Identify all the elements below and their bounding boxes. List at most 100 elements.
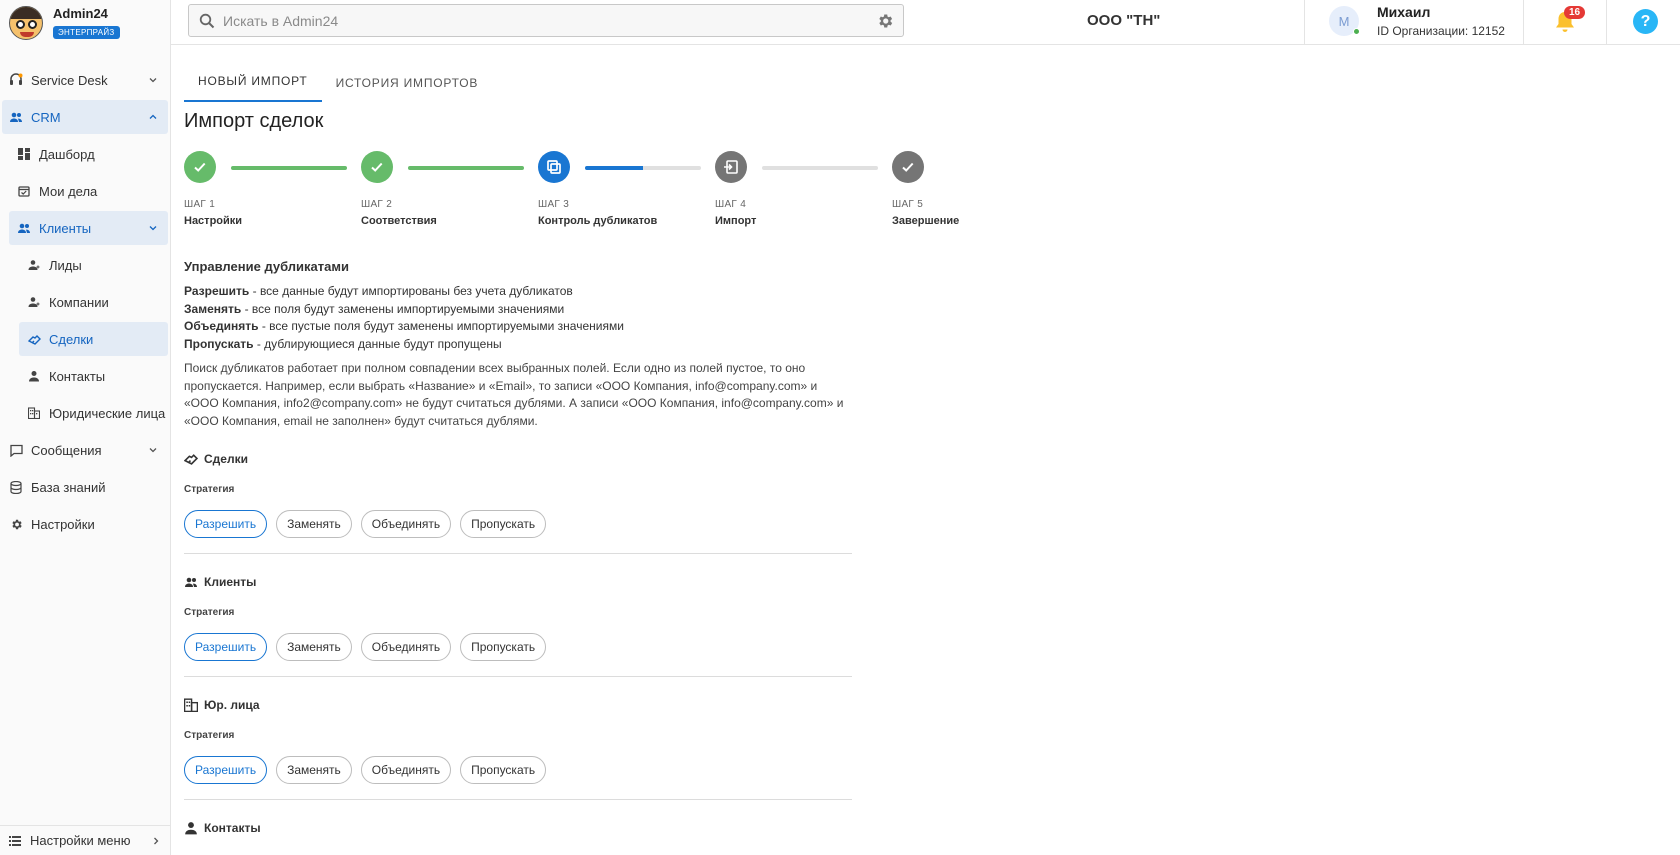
help-button[interactable]: ? — [1633, 9, 1658, 34]
users-icon — [9, 110, 23, 124]
logo[interactable]: Admin24 ЭНТЕРПРАЙЗ — [0, 0, 170, 45]
headset-icon — [9, 73, 23, 87]
import-icon — [724, 160, 738, 174]
strategy-option-chip[interactable]: Пропускать — [460, 756, 547, 784]
sidebar-item-settings[interactable]: Настройки — [2, 507, 168, 541]
sidebar-item-label: Настройки — [31, 516, 95, 532]
rule-term: Заменять — [184, 301, 242, 316]
strategy-option-chip[interactable]: Заменять — [276, 633, 352, 661]
sidebar-item-label: База знаний — [31, 479, 106, 495]
users-icon — [184, 575, 198, 589]
strategy-group-label: Клиенты — [204, 575, 257, 589]
step-3-indicator — [538, 151, 570, 183]
check-icon — [371, 162, 383, 172]
sidebar-item-crm[interactable]: CRM — [2, 100, 168, 134]
strategy-option-chip[interactable]: Пропускать — [460, 510, 547, 538]
step-1-indicator — [184, 151, 216, 183]
chevron-down-icon — [149, 78, 157, 83]
chevron-down-icon — [149, 448, 157, 453]
app-root: Admin24 ЭНТЕРПРАЙЗ Service Desk CRM Дашб… — [0, 0, 1680, 855]
sidebar-item-label: Лиды — [49, 257, 82, 273]
strategy-option-chip[interactable]: Заменять — [276, 510, 352, 538]
strategy-option-chip[interactable]: Разрешить — [184, 756, 268, 784]
strategy-label: Стратегия — [184, 607, 235, 618]
strategy-group-label: Контакты — [204, 821, 261, 835]
rule-text: - все данные будут импортированы без уче… — [249, 284, 573, 298]
sidebar-item-label: Клиенты — [39, 220, 92, 236]
person-add-icon — [27, 295, 41, 309]
sidebar-item-label: Сделки — [49, 331, 94, 347]
step-number: ШАГ 3 — [538, 199, 570, 210]
users-icon — [17, 221, 31, 235]
step-number: ШАГ 2 — [361, 199, 393, 210]
search-settings-gear-icon[interactable] — [876, 12, 894, 30]
strategy-option-chip[interactable]: Пропускать — [460, 633, 547, 661]
step-5-label: ШАГ 5 Завершение — [892, 199, 959, 227]
step-number: ШАГ 5 — [892, 199, 924, 210]
check-icon — [194, 162, 206, 172]
step-name: Соответствия — [361, 215, 437, 227]
rule-term: Объединять — [184, 319, 259, 333]
rule-text: - дублирующиеся данные будут пропущены — [253, 336, 502, 351]
sidebar-item-knowledge-base[interactable]: База знаний — [2, 470, 168, 504]
sidebar-item-deals[interactable]: Сделки — [19, 322, 168, 356]
chevron-down-icon — [149, 226, 157, 231]
duplicates-rules: Разрешить - все данные будут импортирова… — [184, 283, 864, 353]
sidebar-item-service-desk[interactable]: Service Desk — [2, 63, 168, 97]
database-icon — [9, 480, 23, 494]
strategy-group-title: Контакты — [184, 819, 852, 837]
organization-name[interactable]: ООО "ТН" — [1087, 12, 1160, 29]
sidebar-item-leads[interactable]: Лиды — [19, 248, 168, 282]
step-1-label: ШАГ 1 Настройки — [184, 199, 242, 227]
search-box[interactable] — [188, 4, 904, 37]
strategy-option-chip[interactable]: Объединять — [360, 510, 452, 538]
sidebar-item-contacts[interactable]: Контакты — [19, 359, 168, 393]
step-3-label: ШАГ 3 Контроль дубликатов — [538, 199, 657, 227]
header-divider — [1606, 0, 1607, 45]
calendar-check-icon — [17, 184, 31, 198]
strategy-group-label: Юр. лица — [204, 698, 260, 712]
duplicates-description: Поиск дубликатов работает при полном сов… — [184, 361, 844, 428]
header-divider — [1304, 0, 1305, 45]
sidebar-item-clients[interactable]: Клиенты — [9, 211, 168, 245]
search-input[interactable] — [223, 12, 863, 29]
search-icon — [199, 13, 215, 28]
app-name: Admin24 — [53, 5, 108, 21]
step-number: ШАГ 4 — [715, 199, 747, 210]
user-name[interactable]: Михаил — [1377, 4, 1430, 20]
menu-settings-button[interactable]: Настройки меню — [0, 825, 171, 855]
strategy-option-chip[interactable]: Заменять — [276, 756, 352, 784]
strategy-option-chip[interactable]: Разрешить — [184, 510, 268, 538]
user-avatar[interactable]: М — [1329, 6, 1360, 36]
strategy-option-chip[interactable]: Объединять — [360, 756, 452, 784]
sidebar-item-label: CRM — [31, 109, 61, 125]
sidebar-item-legal-entities[interactable]: Юридические лица — [19, 396, 168, 430]
sidebar-item-companies[interactable]: Компании — [19, 285, 168, 319]
handshake-icon — [184, 452, 198, 466]
step-name: Контроль дубликатов — [538, 215, 658, 227]
top-header: ООО "ТН" М Михаил ID Организации: 12152 … — [171, 0, 1680, 45]
chevron-right-icon — [154, 837, 159, 845]
strategy-group-title: Юр. лица — [184, 696, 852, 714]
plan-badge: ЭНТЕРПРАЙЗ — [53, 25, 120, 39]
tab-import-history[interactable]: ИСТОРИЯ ИМПОРТОВ — [322, 76, 493, 102]
step-2-label: ШАГ 2 Соответствия — [361, 199, 437, 227]
strategy-option-chip[interactable]: Объединять — [360, 633, 452, 661]
sidebar-item-messages[interactable]: Сообщения — [2, 433, 168, 467]
step-number: ШАГ 1 — [184, 199, 216, 210]
strategy-options: Разрешить Заменять Объединять Пропускать — [184, 756, 852, 784]
step-connector — [231, 166, 347, 170]
gear-icon — [9, 517, 23, 531]
logo-avatar-icon — [9, 5, 43, 40]
strategy-group-label: Сделки — [204, 452, 248, 466]
strategy-groups: Сделки Стратегия Разрешить Заменять Объединя… — [184, 450, 864, 852]
strategy-option-chip[interactable]: Разрешить — [184, 633, 268, 661]
sidebar-item-my-tasks[interactable]: Мои дела — [9, 174, 168, 208]
sidebar-item-label: Мои дела — [39, 183, 98, 199]
strategy-label: Стратегия — [184, 484, 235, 495]
list-icon — [8, 834, 22, 848]
sidebar-item-label: Сообщения — [31, 442, 102, 458]
strategy-group: Сделки Стратегия Разрешить Заменять Объединя… — [184, 450, 852, 554]
tab-new-import[interactable]: НОВЫЙ ИМПОРТ — [184, 74, 322, 102]
sidebar-item-dashboard[interactable]: Дашборд — [9, 137, 168, 171]
